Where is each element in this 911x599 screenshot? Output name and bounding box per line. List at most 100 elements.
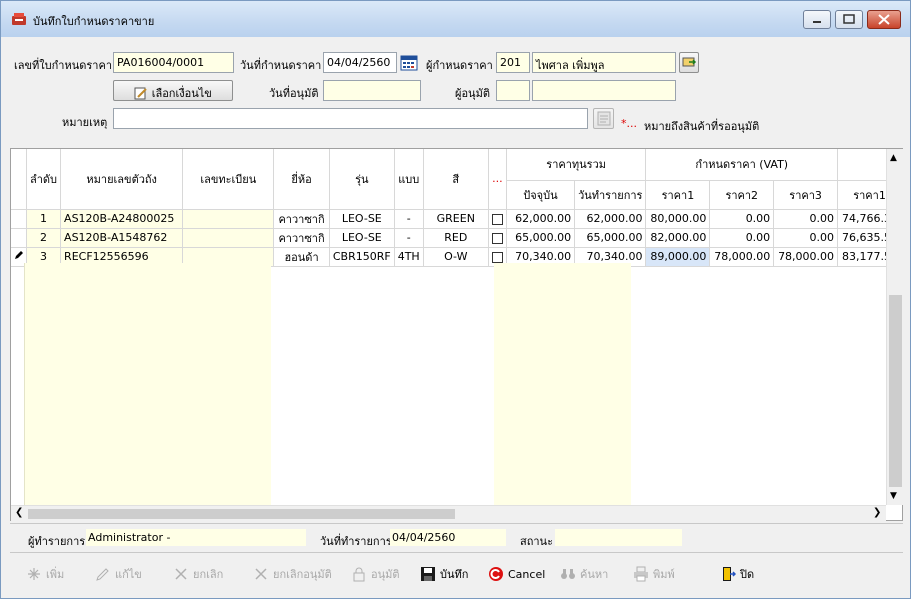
- print-label: พิมพ์: [653, 568, 675, 581]
- print-button[interactable]: พิมพ์: [633, 564, 675, 584]
- scroll-up-icon[interactable]: ▲: [890, 153, 897, 163]
- cell-cost-current[interactable]: 62,000.00: [506, 209, 576, 229]
- cell-cost-current[interactable]: 65,000.00: [506, 228, 576, 248]
- minimize-button[interactable]: [803, 10, 831, 29]
- col-model-header[interactable]: รุ่น: [329, 149, 395, 210]
- remark-field[interactable]: [113, 108, 588, 129]
- approver-code-field[interactable]: [496, 80, 530, 101]
- setter-name-field[interactable]: ไพศาล เพิ่มพูล: [532, 52, 676, 73]
- user-field: Administrator -: [86, 529, 306, 546]
- maximize-button[interactable]: [835, 10, 863, 29]
- close-window-button[interactable]: [867, 10, 901, 29]
- col-type-header[interactable]: แบบ: [394, 149, 424, 210]
- scroll-left-icon[interactable]: ❮: [15, 507, 23, 518]
- close-button[interactable]: ปิด: [720, 564, 754, 584]
- select-condition-button[interactable]: เลือกเงื่อนไข: [113, 80, 233, 101]
- cell-brand[interactable]: คาวาซากิ: [273, 209, 330, 229]
- approver-name-field[interactable]: [532, 80, 676, 101]
- cell-type[interactable]: -: [394, 209, 424, 229]
- calendar-icon[interactable]: [400, 54, 418, 71]
- window-title: บันทึกใบกำหนดราคาขาย: [33, 15, 155, 28]
- cell-color[interactable]: GREEN: [423, 209, 489, 229]
- checkbox[interactable]: [491, 251, 503, 263]
- cancel-approve-button[interactable]: ยกเลิกอนุมัติ: [253, 564, 332, 584]
- cell-reg[interactable]: [182, 209, 275, 229]
- col-price3-header[interactable]: ราคา3: [773, 180, 839, 210]
- cell-model[interactable]: LEO-SE: [329, 209, 395, 229]
- scroll-down-icon[interactable]: ▼: [890, 491, 897, 501]
- price-group-header: กำหนดราคา (VAT): [645, 149, 839, 181]
- scroll-right-icon[interactable]: ❯: [873, 507, 881, 518]
- col-brand-header[interactable]: ยี่ห้อ: [273, 149, 330, 210]
- setter-code-field[interactable]: 201: [496, 52, 530, 73]
- cell-price1[interactable]: 82,000.00: [645, 228, 711, 248]
- col-chassis-header[interactable]: หมายเลขตัวถัง: [60, 149, 184, 210]
- doc-no-field[interactable]: PA016004/0001: [113, 52, 234, 73]
- doc-no-label: เลขที่ใบกำหนดราคา: [14, 59, 112, 72]
- exit-door-icon: [723, 567, 736, 581]
- remark-label: หมายเหตุ: [62, 116, 108, 129]
- search-button[interactable]: ค้นหา: [560, 564, 608, 584]
- cancel-doc-label: ยกเลิก: [193, 568, 224, 581]
- title-bar: บันทึกใบกำหนดราคาขาย: [1, 1, 910, 37]
- cell-chassis[interactable]: AS120B-A1548762: [60, 228, 184, 248]
- cell-type[interactable]: -: [394, 228, 424, 248]
- table-row[interactable]: 1 AS120B-A24800025 คาวาซากิ LEO-SE - GRE…: [11, 209, 902, 229]
- cell-color[interactable]: RED: [423, 228, 489, 248]
- cell-cost-txn[interactable]: 62,000.00: [574, 209, 647, 229]
- horizontal-scrollbar[interactable]: ❮ ❯: [11, 505, 886, 521]
- edit-button[interactable]: แก้ไข: [95, 564, 142, 584]
- col-no-header[interactable]: ลำดับ: [26, 149, 62, 210]
- cell-price3[interactable]: 0.00: [773, 228, 839, 248]
- cell-price1-selected[interactable]: 89,000.00: [645, 247, 711, 267]
- col-price1-header[interactable]: ราคา1: [645, 180, 711, 210]
- table-row[interactable]: 2 AS120B-A1548762 คาวาซากิ LEO-SE - RED …: [11, 228, 902, 248]
- cell-pending-checkbox[interactable]: [488, 209, 507, 229]
- vertical-scroll-thumb[interactable]: [889, 295, 902, 487]
- add-label: เพิ่ม: [46, 568, 65, 581]
- remark-note-button[interactable]: [593, 108, 614, 129]
- col-cost-current-header[interactable]: ปัจจุบัน: [506, 180, 576, 210]
- date-field[interactable]: 04/04/2560: [323, 52, 397, 73]
- cell-no[interactable]: 2: [26, 228, 62, 248]
- cell-brand[interactable]: ฮอนด้า: [273, 247, 330, 267]
- cell-cost-txn[interactable]: 65,000.00: [574, 228, 647, 248]
- approve-button[interactable]: อนุมัติ: [351, 564, 400, 584]
- cell-price2[interactable]: 0.00: [709, 209, 775, 229]
- cell-price3[interactable]: 0.00: [773, 209, 839, 229]
- cell-price2[interactable]: 0.00: [709, 228, 775, 248]
- col-cost-txn-header[interactable]: วันทำรายการ: [574, 180, 647, 210]
- cancel-button[interactable]: Cancel: [488, 564, 545, 584]
- cell-price2[interactable]: 78,000.00: [709, 247, 775, 267]
- horizontal-scroll-thumb[interactable]: [28, 509, 455, 519]
- cell-price1[interactable]: 80,000.00: [645, 209, 711, 229]
- vertical-scrollbar[interactable]: ▲ ▼: [886, 149, 903, 505]
- checkbox[interactable]: [491, 232, 503, 244]
- main-window: บันทึกใบกำหนดราคาขาย เลขที่ใบกำหนดราคา P…: [0, 0, 911, 599]
- add-icon: [28, 568, 40, 580]
- price-grid[interactable]: ลำดับ หมายเลขตัวถัง เลขทะเบียน ยี่ห้อ รุ…: [10, 148, 903, 521]
- cell-price3[interactable]: 78,000.00: [773, 247, 839, 267]
- cell-type[interactable]: 4TH: [394, 247, 424, 267]
- cell-model[interactable]: LEO-SE: [329, 228, 395, 248]
- cell-brand[interactable]: คาวาซากิ: [273, 228, 330, 248]
- lookup-icon: [682, 57, 697, 67]
- lock-icon: [353, 567, 365, 582]
- approve-date-field[interactable]: [323, 80, 421, 101]
- checkbox[interactable]: [491, 213, 503, 225]
- cancel-doc-button[interactable]: ยกเลิก: [173, 564, 223, 584]
- col-dots-header[interactable]: ...: [488, 149, 507, 210]
- col-reg-header[interactable]: เลขทะเบียน: [182, 149, 275, 210]
- cell-model[interactable]: CBR150RF: [329, 247, 395, 267]
- cell-chassis[interactable]: AS120B-A24800025: [60, 209, 184, 229]
- cancel-approve-label: ยกเลิกอนุมัติ: [273, 568, 332, 581]
- setter-lookup-button[interactable]: [679, 52, 699, 73]
- add-button[interactable]: เพิ่ม: [26, 564, 64, 584]
- col-price2-header[interactable]: ราคา2: [709, 180, 775, 210]
- cell-reg[interactable]: [182, 228, 275, 248]
- cell-color[interactable]: O-W: [423, 247, 489, 267]
- col-color-header[interactable]: สี: [423, 149, 489, 210]
- save-button[interactable]: บันทึก: [420, 564, 468, 584]
- cell-no[interactable]: 1: [26, 209, 62, 229]
- cell-pending-checkbox[interactable]: [488, 228, 507, 248]
